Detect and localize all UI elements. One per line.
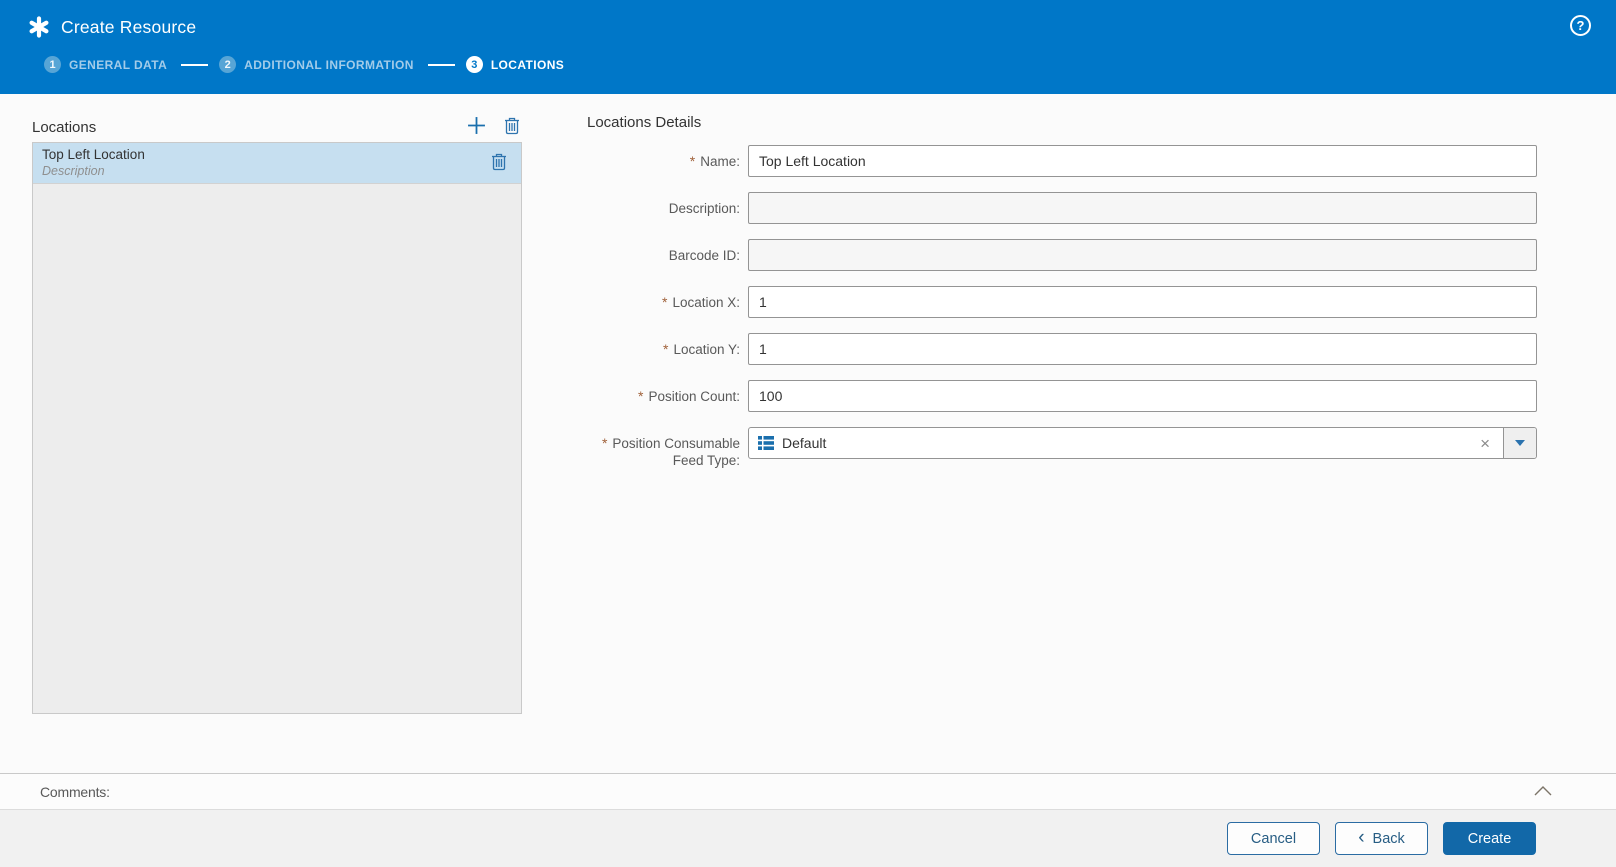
- chevron-down-icon: [1515, 440, 1525, 446]
- location-y-field-label: * Location Y:: [662, 341, 740, 357]
- cancel-button[interactable]: Cancel: [1227, 822, 1320, 855]
- help-icon[interactable]: ?: [1570, 15, 1591, 36]
- required-marker: *: [601, 435, 608, 451]
- create-button[interactable]: Create: [1443, 822, 1536, 855]
- description-field-row: Description:: [587, 192, 1537, 224]
- position-count-input[interactable]: [748, 380, 1537, 412]
- page-title: Create Resource: [61, 16, 197, 37]
- step-connector: [427, 63, 455, 66]
- add-location-button[interactable]: [465, 114, 488, 140]
- trash-icon: [491, 153, 507, 174]
- details-panel: Locations Details *Name: Description: Ba…: [587, 94, 1537, 484]
- required-marker: *: [662, 341, 669, 357]
- footer: Cancel ‹ Back Create: [0, 809, 1616, 867]
- asterisk-icon: [28, 16, 50, 38]
- clear-icon[interactable]: ×: [1480, 435, 1490, 452]
- question-mark-glyph: ?: [1576, 18, 1585, 33]
- location-item-description: Description: [42, 163, 105, 178]
- step-label: LOCATIONS: [490, 57, 565, 72]
- main-content: Locations Top Left Location Description …: [0, 94, 1616, 773]
- step-number: 3: [465, 56, 483, 73]
- locations-list: Top Left Location Description: [32, 142, 522, 714]
- position-consumable-feed-type-label: * Position Consumable Feed Type:: [601, 435, 740, 468]
- collapse-comments-button[interactable]: [1532, 782, 1554, 801]
- locations-panel: Locations Top Left Location Description: [32, 94, 522, 714]
- barcode-id-input[interactable]: [748, 239, 1537, 271]
- step-additional-information[interactable]: 2 ADDITIONAL INFORMATION: [219, 56, 414, 73]
- position-count-field-label: * Position Count:: [637, 388, 740, 404]
- name-input[interactable]: [748, 145, 1537, 177]
- locations-panel-header: Locations: [32, 112, 522, 142]
- header: Create Resource ? 1 GENERAL DATA 2 ADDIT…: [0, 0, 1616, 94]
- locations-title: Locations: [32, 118, 97, 136]
- required-marker: *: [689, 153, 696, 169]
- location-x-input[interactable]: [748, 286, 1537, 318]
- step-label: ADDITIONAL INFORMATION: [244, 57, 414, 72]
- location-y-input[interactable]: [748, 333, 1537, 365]
- name-field-label: * Name:: [689, 153, 740, 169]
- dropdown-button[interactable]: [1503, 428, 1536, 458]
- location-y-field-row: * Location Y:: [587, 333, 1537, 365]
- required-marker: *: [662, 294, 668, 310]
- position-consumable-feed-type-row: * Position Consumable Feed Type: Default…: [587, 427, 1537, 469]
- step-general-data[interactable]: 1 GENERAL DATA: [44, 56, 167, 73]
- barcode-id-field-row: Barcode ID:: [587, 239, 1537, 271]
- combobox-value: Default: [782, 435, 827, 451]
- comments-label: Comments:: [40, 783, 110, 800]
- location-item-name: Top Left Location: [42, 146, 145, 162]
- description-field-label: Description:: [668, 201, 740, 216]
- details-form: *Name: Description: Barcode ID: *Locatio…: [587, 145, 1537, 469]
- step-locations[interactable]: 3 LOCATIONS: [465, 56, 565, 73]
- step-label: GENERAL DATA: [69, 57, 168, 72]
- position-count-field-row: * Position Count:: [587, 380, 1537, 412]
- position-consumable-feed-type-combobox[interactable]: Default ×: [748, 427, 1537, 459]
- trash-icon: [504, 117, 520, 138]
- chevron-up-icon: [1534, 784, 1552, 799]
- wizard-stepper: 1 GENERAL DATA 2 ADDITIONAL INFORMATION …: [0, 56, 1616, 73]
- delete-location-item-button[interactable]: [489, 151, 509, 176]
- back-button[interactable]: ‹ Back: [1335, 822, 1428, 855]
- name-field-row: * Name:: [587, 145, 1537, 177]
- list-icon: [758, 436, 774, 450]
- location-item-text: Top Left Location Description: [42, 147, 489, 180]
- create-resource-window: Create Resource ? 1 GENERAL DATA 2 ADDIT…: [0, 0, 1616, 867]
- back-button-label: Back: [1372, 830, 1405, 847]
- chevron-left-icon: ‹: [1358, 827, 1365, 848]
- description-input[interactable]: [748, 192, 1537, 224]
- step-number: 1: [44, 56, 61, 73]
- required-marker: *: [637, 388, 644, 404]
- comments-bar: Comments:: [0, 773, 1616, 809]
- location-x-field-label: * Location X:: [662, 294, 740, 310]
- delete-locations-button[interactable]: [502, 115, 522, 140]
- details-title: Locations Details: [587, 114, 702, 131]
- step-number: 2: [219, 56, 237, 73]
- title-row: Create Resource ?: [0, 0, 1616, 46]
- step-connector: [181, 63, 209, 66]
- barcode-id-field-label: Barcode ID:: [668, 248, 740, 263]
- plus-icon: [467, 116, 486, 138]
- location-x-field-row: * Location X:: [587, 286, 1537, 318]
- location-list-item[interactable]: Top Left Location Description: [33, 143, 521, 184]
